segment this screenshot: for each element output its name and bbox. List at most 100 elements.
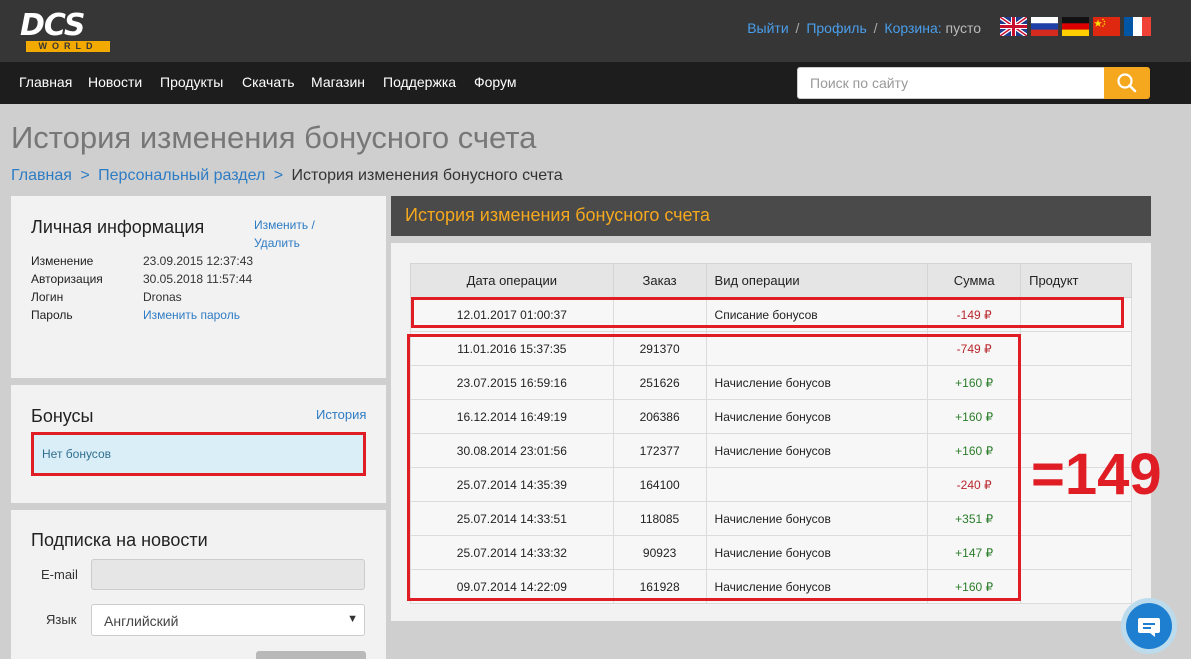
nav-item-forum[interactable]: Форум	[474, 74, 517, 90]
delete-link[interactable]: Удалить	[254, 236, 300, 250]
cell-product	[1020, 569, 1132, 604]
cell-order	[612, 297, 707, 332]
language-label: Язык	[46, 612, 77, 627]
table-row: 30.08.2014 23:01:56 172377 Начисление бону…	[410, 433, 1132, 468]
cell-amount: +160 ₽	[927, 365, 1022, 400]
cell-amount: -749 ₽	[927, 331, 1022, 366]
cell-date: 30.08.2014 23:01:56	[410, 433, 614, 468]
history-table-body: 12.01.2017 01:00:37 Списание бонусов -149 …	[410, 297, 1132, 604]
cell-amount: +160 ₽	[927, 399, 1022, 434]
no-bonus-alert: Нет бонусов	[31, 433, 365, 475]
chat-widget-button[interactable]	[1121, 598, 1177, 654]
profile-link[interactable]: Профиль	[806, 20, 866, 36]
cell-date: 25.07.2014 14:33:32	[410, 535, 614, 570]
cell-order: 90923	[612, 535, 707, 570]
cell-amount: +351 ₽	[927, 501, 1022, 536]
chat-button-inner	[1126, 603, 1172, 649]
cell-order: 291370	[612, 331, 707, 366]
personal-info-title: Личная информация	[31, 217, 205, 237]
cell-operation-type: Начисление бонусов	[705, 399, 929, 434]
cell-amount: +160 ₽	[927, 569, 1022, 604]
table-row: 25.07.2014 14:33:51 118085 Начисление бону…	[410, 501, 1132, 536]
cart-status: пусто	[945, 20, 981, 36]
cell-operation-type: Начисление бонусов	[705, 433, 929, 468]
cell-date: 11.01.2016 15:37:35	[410, 331, 614, 366]
breadcrumb-personal-link[interactable]: Персональный раздел	[98, 167, 265, 184]
bonus-history-link[interactable]: История	[316, 407, 366, 422]
cell-operation-type: Начисление бонусов	[705, 501, 929, 536]
breadcrumb-separator: >	[80, 167, 90, 184]
flag-china-icon[interactable]	[1093, 17, 1120, 36]
dcs-world-logo[interactable]: DCS WORLD	[20, 11, 112, 53]
breadcrumb-home-link[interactable]: Главная	[11, 167, 72, 184]
nav-item-shop[interactable]: Магазин	[311, 74, 365, 90]
page-title: История изменения бонусного счета	[11, 120, 537, 155]
nav-item-download[interactable]: Скачать	[242, 74, 295, 90]
table-row: 09.07.2014 14:22:09 161928 Начисление бону…	[410, 569, 1132, 604]
flag-germany-icon[interactable]	[1062, 17, 1089, 36]
nav-item-support[interactable]: Поддержка	[383, 74, 456, 90]
cell-amount: +147 ₽	[927, 535, 1022, 570]
cell-date: 23.07.2015 16:59:16	[410, 365, 614, 400]
language-select[interactable]: Английский ▼	[91, 604, 365, 636]
language-selected-value: Английский	[104, 613, 179, 629]
breadcrumb: Главная > Персональный раздел > История …	[11, 167, 563, 185]
column-header-order: Заказ	[612, 263, 707, 298]
cell-order: 206386	[612, 399, 707, 434]
bonus-title: Бонусы	[31, 406, 94, 426]
cell-product	[1020, 535, 1132, 570]
cell-date: 25.07.2014 14:35:39	[410, 467, 614, 502]
chat-bubble-icon	[1138, 618, 1160, 637]
cell-order: 172377	[612, 433, 707, 468]
cell-operation-type: Списание бонусов	[705, 297, 929, 332]
logo-sub-text: WORLD	[26, 41, 110, 52]
search-input[interactable]	[797, 67, 1105, 99]
cell-operation-type: Начисление бонусов	[705, 365, 929, 400]
cell-product	[1020, 297, 1132, 332]
cell-order: 161928	[612, 569, 707, 604]
info-value-login-time: 30.05.2018 11:57:44	[143, 272, 253, 286]
personal-info-panel: Личная информация Изменить / Удалить Изм…	[11, 196, 386, 378]
history-panel-body: Дата операции Заказ Вид операции Сумма П…	[391, 243, 1151, 621]
table-row: 23.07.2015 16:59:16 251626 Начисление бону…	[410, 365, 1132, 400]
breadcrumb-current: История изменения бонусного счета	[291, 167, 563, 184]
column-header-amount: Сумма	[927, 263, 1022, 298]
cell-order: 251626	[612, 365, 707, 400]
column-header-product: Продукт	[1020, 263, 1132, 298]
nav-item-products[interactable]: Продукты	[160, 74, 223, 90]
info-value-login: Dronas	[143, 290, 182, 304]
user-links: Выйти / Профиль / Корзина: пусто	[747, 20, 981, 36]
flag-france-icon[interactable]	[1124, 17, 1151, 36]
info-label-modified: Изменение	[31, 254, 94, 268]
info-label-password: Пароль	[31, 308, 73, 322]
subscribe-button[interactable]	[256, 651, 366, 659]
cell-order: 118085	[612, 501, 707, 536]
logout-link[interactable]: Выйти	[747, 20, 788, 36]
nav-item-home[interactable]: Главная	[19, 74, 72, 90]
cell-date: 09.07.2014 14:22:09	[410, 569, 614, 604]
search-button[interactable]	[1104, 67, 1150, 99]
cell-product	[1020, 365, 1132, 400]
flag-russia-icon[interactable]	[1031, 17, 1058, 36]
flag-uk-icon[interactable]	[1000, 17, 1027, 36]
cell-operation-type	[705, 467, 929, 502]
table-row: 11.01.2016 15:37:35 291370 -749 ₽	[410, 331, 1132, 366]
history-panel-header: История изменения бонусного счета	[391, 196, 1151, 236]
cart-link[interactable]: Корзина:	[884, 20, 941, 36]
change-password-link[interactable]: Изменить пароль	[143, 308, 240, 322]
column-header-type: Вид операции	[705, 263, 929, 298]
subscribe-panel: Подписка на новости E-mail Язык Английск…	[11, 510, 386, 659]
cell-operation-type: Начисление бонусов	[705, 569, 929, 604]
cell-date: 12.01.2017 01:00:37	[410, 297, 614, 332]
table-row: 16.12.2014 16:49:19 206386 Начисление бону…	[410, 399, 1132, 434]
edit-link[interactable]: Изменить /	[254, 218, 315, 232]
cell-order: 164100	[612, 467, 707, 502]
cell-product	[1020, 331, 1132, 366]
cell-date: 16.12.2014 16:49:19	[410, 399, 614, 434]
subscribe-title: Подписка на новости	[31, 530, 208, 550]
link-separator: /	[873, 20, 878, 36]
nav-item-news[interactable]: Новости	[88, 74, 142, 90]
email-field[interactable]	[91, 559, 365, 590]
main-navigation: Главная Новости Продукты Скачать Магазин…	[0, 62, 1191, 104]
table-row: 25.07.2014 14:35:39 164100 -240 ₽	[410, 467, 1132, 502]
